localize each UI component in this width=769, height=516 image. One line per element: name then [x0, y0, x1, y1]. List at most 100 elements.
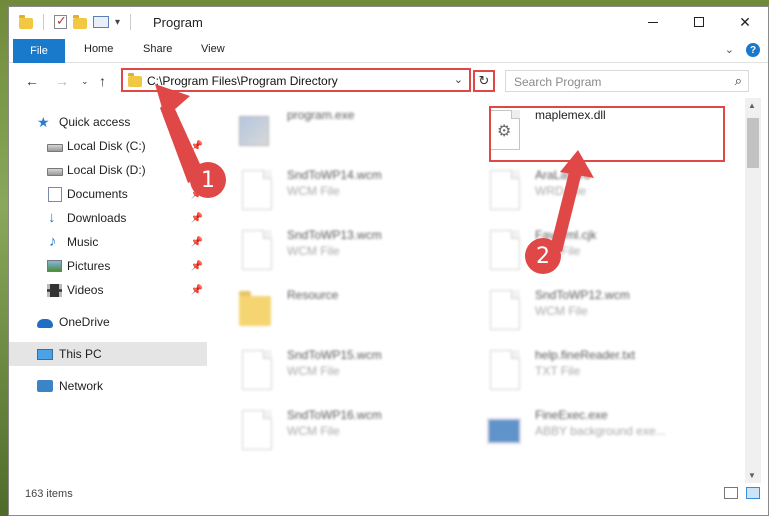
sidebar-item-label: Documents — [67, 187, 128, 201]
file-tile[interactable]: FineExec.exe ABBY background exe... — [487, 404, 727, 458]
maximize-icon — [694, 17, 704, 27]
exe-icon — [239, 108, 275, 154]
file-list: program.exe maplemex.dll SndToWP14.wcm W… — [215, 98, 745, 483]
fineexec-icon — [487, 408, 523, 454]
sidebar-item-local-disk-d[interactable]: Local Disk (D:) 📌 — [9, 158, 207, 182]
document-icon — [239, 228, 275, 274]
forward-arrow-icon[interactable]: → — [55, 73, 69, 89]
file-name: program.exe — [287, 108, 355, 122]
pin-icon[interactable]: 📌 — [191, 285, 203, 296]
file-tile[interactable]: help.fineReader.txt TXT File — [487, 344, 727, 398]
folder-icon — [19, 15, 33, 29]
music-icon: ♪ — [49, 233, 57, 250]
sidebar-item-music[interactable]: ♪ Music 📌 — [9, 230, 207, 254]
network-icon — [37, 380, 53, 392]
file-tile[interactable]: SndToWP14.wcm WCM File — [239, 164, 479, 218]
pin-icon[interactable]: 📌 — [191, 237, 203, 248]
folder-icon — [239, 288, 275, 334]
up-arrow-icon[interactable]: ↑ — [99, 73, 106, 89]
scroll-down-icon[interactable]: ▼ — [748, 471, 756, 480]
file-tile[interactable]: SndToWP16.wcm WCM File — [239, 404, 479, 458]
star-icon: ★ — [37, 114, 50, 130]
file-tile[interactable]: SndToWP13.wcm WCM File — [239, 224, 479, 278]
sidebar-item-videos[interactable]: Videos 📌 — [9, 278, 207, 302]
address-bar[interactable]: C:\Program Files\Program Directory ⌄ — [121, 68, 471, 92]
document-icon — [487, 228, 523, 274]
file-tile[interactable]: SndToWP12.wcm WCM File — [487, 284, 727, 338]
file-type: WCM File — [287, 244, 340, 258]
sidebar-item-label: Local Disk (D:) — [67, 163, 146, 177]
file-tile-program-exe[interactable]: program.exe — [239, 104, 479, 158]
sidebar-item-onedrive[interactable]: OneDrive — [9, 310, 207, 334]
vertical-scrollbar[interactable]: ▲ ▼ — [745, 98, 761, 483]
sidebar-item-label: Quick access — [59, 115, 131, 129]
document-icon — [487, 348, 523, 394]
recent-locations-icon[interactable]: ⌄ — [81, 76, 89, 87]
tab-file[interactable]: File — [13, 39, 65, 63]
cloud-icon — [37, 319, 53, 328]
new-folder-icon[interactable] — [73, 15, 87, 29]
disk-icon — [47, 167, 63, 176]
pictures-icon — [47, 260, 62, 272]
pin-icon[interactable]: 📌 — [191, 141, 203, 152]
file-tile[interactable]: SndToWP15.wcm WCM File — [239, 344, 479, 398]
folder-tile-resource[interactable]: Resource — [239, 284, 479, 338]
document-icon — [487, 168, 523, 214]
file-type: TXT File — [535, 364, 581, 378]
pin-icon[interactable]: 📌 — [191, 261, 203, 272]
document-icon — [239, 348, 275, 394]
refresh-button[interactable]: ↻ — [473, 70, 495, 92]
status-bar: 163 items — [9, 483, 768, 507]
callout-badge-2: 2 — [525, 238, 561, 274]
disk-icon — [47, 143, 63, 152]
sidebar-item-documents[interactable]: Documents 📌 — [9, 182, 207, 206]
document-icon — [239, 408, 275, 454]
title-bar: ▾ Program ✕ — [9, 7, 768, 39]
tab-view[interactable]: View — [201, 43, 225, 55]
tab-home[interactable]: Home — [84, 43, 113, 55]
view-switcher — [724, 487, 760, 499]
back-arrow-icon[interactable]: ← — [25, 73, 39, 89]
file-name: FineExec.exe — [535, 408, 608, 422]
close-button[interactable]: ✕ — [722, 7, 768, 37]
sidebar-item-network[interactable]: Network — [9, 374, 207, 398]
file-type: WCM File — [287, 424, 340, 438]
help-icon[interactable]: ? — [746, 43, 760, 57]
chevron-down-icon[interactable]: ⌄ — [454, 73, 463, 86]
properties-icon[interactable] — [93, 16, 109, 28]
properties-check-icon[interactable] — [54, 13, 67, 29]
file-type: WCM File — [287, 184, 340, 198]
minimize-button[interactable] — [630, 7, 676, 37]
large-icons-view-icon[interactable] — [746, 487, 760, 499]
sidebar-item-local-disk-c[interactable]: Local Disk (C:) 📌 — [9, 134, 207, 158]
file-tile[interactable]: AraLayerd WRD File — [487, 164, 727, 218]
scroll-up-icon[interactable]: ▲ — [748, 101, 756, 110]
sidebar-item-pictures[interactable]: Pictures 📌 — [9, 254, 207, 278]
sidebar-item-quick-access[interactable]: ★ Quick access — [9, 110, 207, 134]
tab-share[interactable]: Share — [143, 43, 172, 55]
document-icon — [487, 288, 523, 334]
scrollbar-thumb[interactable] — [747, 118, 759, 168]
documents-icon — [48, 186, 62, 202]
file-type: WCM File — [535, 304, 588, 318]
maximize-button[interactable] — [676, 7, 722, 37]
videos-icon — [47, 283, 62, 297]
item-count: 163 items — [25, 488, 73, 500]
customize-toolbar-icon[interactable]: ▾ — [115, 17, 120, 28]
address-path: C:\Program Files\Program Directory — [147, 74, 338, 88]
file-tile[interactable]: Favorml.cjk CJK File — [487, 224, 727, 278]
pin-icon[interactable]: 📌 — [191, 213, 203, 224]
search-input[interactable]: Search Program ⌕ — [505, 70, 749, 92]
sidebar-item-label: Network — [59, 379, 104, 393]
search-icon[interactable]: ⌕ — [735, 73, 742, 89]
sidebar-item-label: OneDrive — [59, 315, 110, 329]
search-placeholder: Search Program — [514, 75, 602, 89]
sidebar-item-label: Videos — [67, 283, 104, 297]
details-view-icon[interactable] — [724, 487, 738, 499]
sidebar-item-this-pc[interactable]: This PC — [9, 342, 207, 366]
minimize-icon — [648, 21, 658, 23]
expand-ribbon-icon[interactable]: ⌄ — [725, 43, 734, 57]
sidebar-item-downloads[interactable]: ↓ Downloads 📌 — [9, 206, 207, 230]
folder-icon — [128, 73, 142, 87]
close-icon: ✕ — [739, 13, 751, 30]
